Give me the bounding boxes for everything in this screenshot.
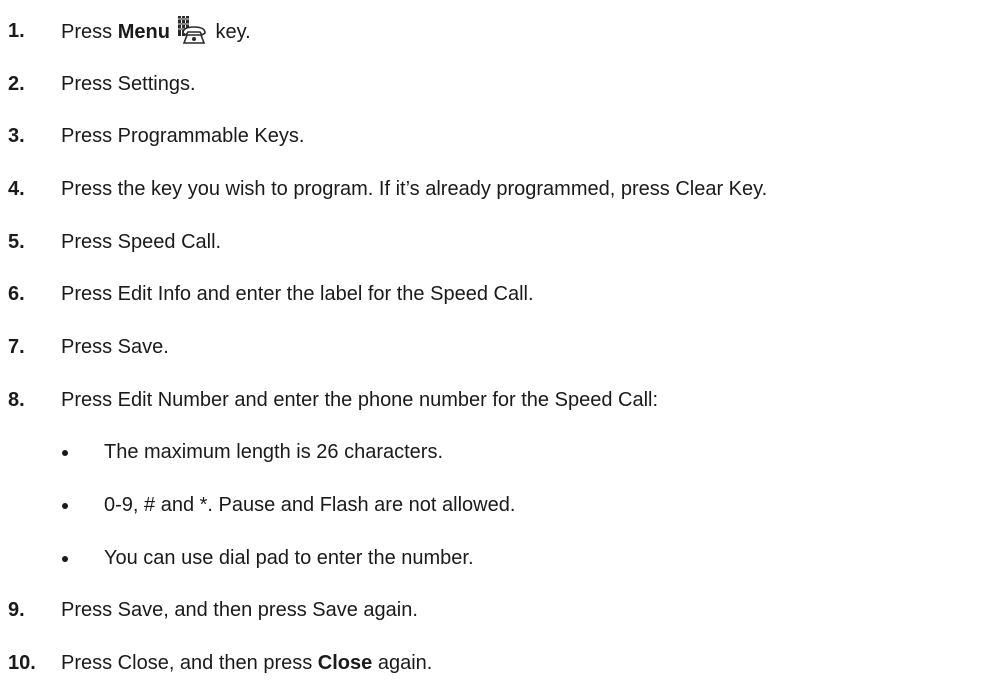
step-text: Press Settings. xyxy=(61,73,196,95)
step-text-pre: Press Close, and then press xyxy=(61,652,318,674)
step-text: Press Programmable Keys. xyxy=(61,125,305,147)
menu-phone-icon xyxy=(177,16,206,44)
step-number: 5. xyxy=(8,231,25,253)
step-text: Press Edit Info and enter the label for … xyxy=(61,283,534,305)
step-text: Press Close, and then press Close again. xyxy=(61,648,432,678)
bullet-text: You can use dial pad to enter the number… xyxy=(104,547,474,569)
bullet-text: 0-9, # and *. Pause and Flash are not al… xyxy=(104,494,516,516)
step-number: 1. xyxy=(8,20,25,42)
step-text-post: again. xyxy=(372,652,433,674)
step-number: 6. xyxy=(8,283,25,305)
step-number: 8. xyxy=(8,389,25,411)
menu-key-label: Menu xyxy=(117,21,170,43)
step-number: 4. xyxy=(8,178,25,200)
instruction-document: 1. Press Menu key. 2. Press Settings. 3.… xyxy=(0,0,1005,681)
bullet-dot-icon xyxy=(62,450,68,456)
close-key-label: Close xyxy=(317,652,373,674)
step-text: Press Save, and then press Save again. xyxy=(61,599,418,621)
bullet-dot-icon xyxy=(62,503,68,509)
bullet-dot-icon xyxy=(62,556,68,562)
step-number: 7. xyxy=(8,336,25,358)
step-text: Press the key you wish to program. If it… xyxy=(61,178,768,200)
step-text: Press Speed Call. xyxy=(61,231,222,253)
step-text-pre: Press xyxy=(61,21,118,43)
step-number: 2. xyxy=(8,73,25,95)
step-text-post: key. xyxy=(209,21,251,43)
step-text: Press Edit Number and enter the phone nu… xyxy=(61,389,659,411)
step-number: 3. xyxy=(8,125,25,147)
step-text: Press Menu key. xyxy=(61,16,251,47)
bullet-text: The maximum length is 26 characters. xyxy=(104,441,444,463)
step-number: 10. xyxy=(8,652,36,674)
step-text: Press Save. xyxy=(61,336,169,358)
step-number: 9. xyxy=(8,599,25,621)
